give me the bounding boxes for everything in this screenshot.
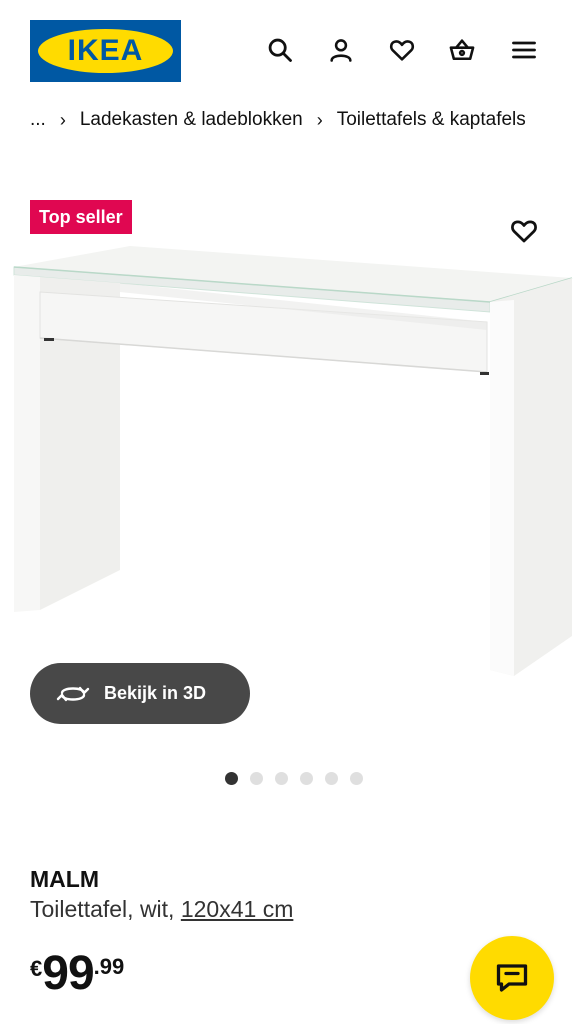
gallery-dot[interactable] xyxy=(225,772,238,785)
product-type: Toilettafel, wit, xyxy=(30,896,181,922)
gallery-dot[interactable] xyxy=(275,772,288,785)
view-3d-button[interactable]: Bekijk in 3D xyxy=(30,663,250,724)
top-seller-badge: Top seller xyxy=(30,200,132,234)
product-name: MALM xyxy=(30,866,99,892)
chat-button[interactable] xyxy=(470,936,554,1020)
gallery-dot[interactable] xyxy=(250,772,263,785)
rotate-3d-icon xyxy=(56,686,90,701)
gallery-dot[interactable] xyxy=(350,772,363,785)
chevron-right-icon: › xyxy=(316,109,323,130)
ikea-logo[interactable]: IKEA xyxy=(30,20,181,82)
breadcrumb-item-toilettafels[interactable]: Toilettafels & kaptafels xyxy=(337,109,526,131)
product-size-link[interactable]: 120x41 cm xyxy=(181,896,294,922)
logo-text: IKEA xyxy=(67,34,144,67)
heart-icon[interactable] xyxy=(384,32,420,68)
basket-icon[interactable] xyxy=(444,32,480,68)
gallery-dot[interactable] xyxy=(300,772,313,785)
breadcrumb-ellipsis[interactable]: ... xyxy=(30,109,46,131)
view-3d-label: Bekijk in 3D xyxy=(104,683,207,703)
menu-icon[interactable] xyxy=(506,32,542,68)
gallery-dot[interactable] xyxy=(325,772,338,785)
product-image[interactable] xyxy=(0,240,585,690)
search-icon[interactable] xyxy=(262,32,298,68)
gallery-dots xyxy=(225,772,363,786)
header: IKEA xyxy=(0,0,585,100)
chat-icon xyxy=(496,964,528,992)
price-decimals: .99 xyxy=(93,954,125,979)
price-currency: € xyxy=(30,956,43,981)
chevron-right-icon: › xyxy=(59,109,66,130)
product-price: € 99 .99 xyxy=(30,948,124,1000)
product-description: Toilettafel, wit, 120x41 cm xyxy=(30,896,293,923)
breadcrumb-item-ladekasten[interactable]: Ladekasten & ladeblokken xyxy=(80,109,303,131)
user-icon[interactable] xyxy=(323,32,359,68)
breadcrumb: ... › Ladekasten & ladeblokken › Toilett… xyxy=(30,106,526,134)
price-integer: 99 xyxy=(42,947,94,1000)
